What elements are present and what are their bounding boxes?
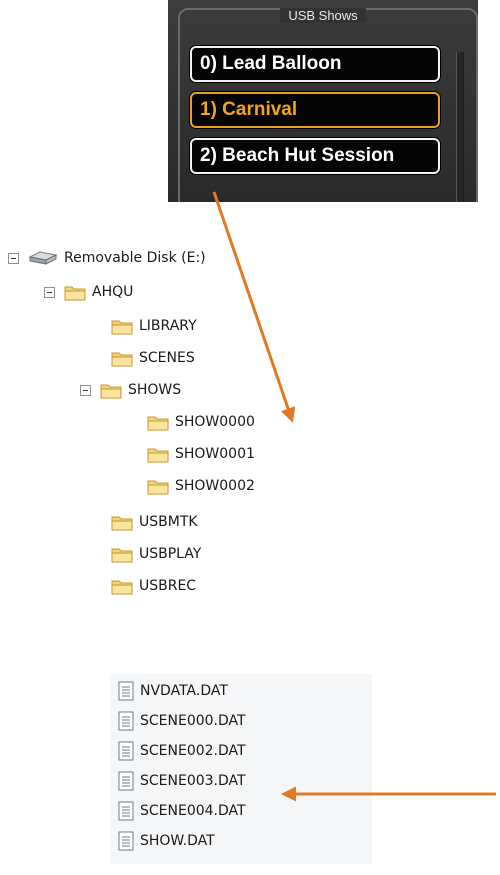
show-button-beach-hut-session[interactable]: 2) Beach Hut Session [190,138,440,174]
tree-item-removable-disk[interactable]: Removable Disk (E:) [8,247,206,269]
tree-item-show0001[interactable]: SHOW0001 [147,443,255,465]
tree-item-usbplay[interactable]: USBPLAY [111,543,201,565]
folder-icon [111,320,133,334]
usb-shows-panel: USB Shows 0) Lead Balloon 1) Carnival 2)… [168,0,478,202]
file-list: NVDATA.DAT SCENE000.DAT SCENE002.DAT SCE… [110,674,372,864]
document-icon [118,831,134,851]
tree-item-scenes[interactable]: SCENES [111,347,195,369]
file-name: SHOW.DAT [140,833,215,849]
arrow-show-to-folder [212,191,296,423]
tree-item-show0000[interactable]: SHOW0000 [147,411,255,433]
tree-item-ahqu[interactable]: AHQU [44,281,133,303]
folder-label: SHOW0000 [175,414,255,430]
folder-label: AHQU [92,284,134,300]
file-item-scene003[interactable]: SCENE003.DAT [118,768,246,794]
tree-item-show0002[interactable]: SHOW0002 [147,475,255,497]
folder-label: USBREC [139,578,197,594]
drive-label: Removable Disk (E:) [64,250,206,266]
folder-icon [64,286,86,300]
folder-label: SCENES [139,350,195,366]
folder-label: SHOWS [128,382,182,398]
document-icon [118,711,134,731]
folder-icon [147,480,169,494]
document-icon [118,771,134,791]
file-item-scene004[interactable]: SCENE004.DAT [118,798,246,824]
folder-label: SHOW0002 [175,478,255,494]
file-name: SCENE004.DAT [140,803,246,819]
file-item-scene000[interactable]: SCENE000.DAT [118,708,246,734]
document-icon [118,801,134,821]
collapse-icon[interactable] [8,252,19,264]
folder-icon [111,352,133,366]
collapse-icon[interactable] [80,384,91,396]
folder-label: USBPLAY [139,546,202,562]
document-icon [118,681,134,701]
file-name: SCENE002.DAT [140,743,246,759]
tree-item-library[interactable]: LIBRARY [111,315,197,337]
file-name: SCENE000.DAT [140,713,246,729]
folder-icon [100,384,122,398]
tree-item-shows[interactable]: SHOWS [80,379,181,401]
collapse-icon[interactable] [44,286,55,298]
folder-icon [111,516,133,530]
show-button-carnival[interactable]: 1) Carnival [190,92,440,128]
tree-item-usbmtk[interactable]: USBMTK [111,511,198,533]
folder-label: SHOW0001 [175,446,255,462]
folder-icon [111,580,133,594]
usb-shows-title: USB Shows [168,8,478,23]
folder-label: LIBRARY [139,318,197,334]
document-icon [118,741,134,761]
drive-icon [28,250,58,265]
file-name: NVDATA.DAT [140,683,228,699]
tree-item-usbrec[interactable]: USBREC [111,575,196,597]
file-item-nvdata[interactable]: NVDATA.DAT [118,678,228,704]
folder-icon [147,416,169,430]
folder-icon [111,548,133,562]
file-item-show[interactable]: SHOW.DAT [118,828,215,854]
folder-icon [147,448,169,462]
show-button-lead-balloon[interactable]: 0) Lead Balloon [190,46,440,82]
folder-label: USBMTK [139,514,198,530]
file-name: SCENE003.DAT [140,773,246,789]
file-item-scene002[interactable]: SCENE002.DAT [118,738,246,764]
usb-shows-scrollbar[interactable] [456,52,464,202]
